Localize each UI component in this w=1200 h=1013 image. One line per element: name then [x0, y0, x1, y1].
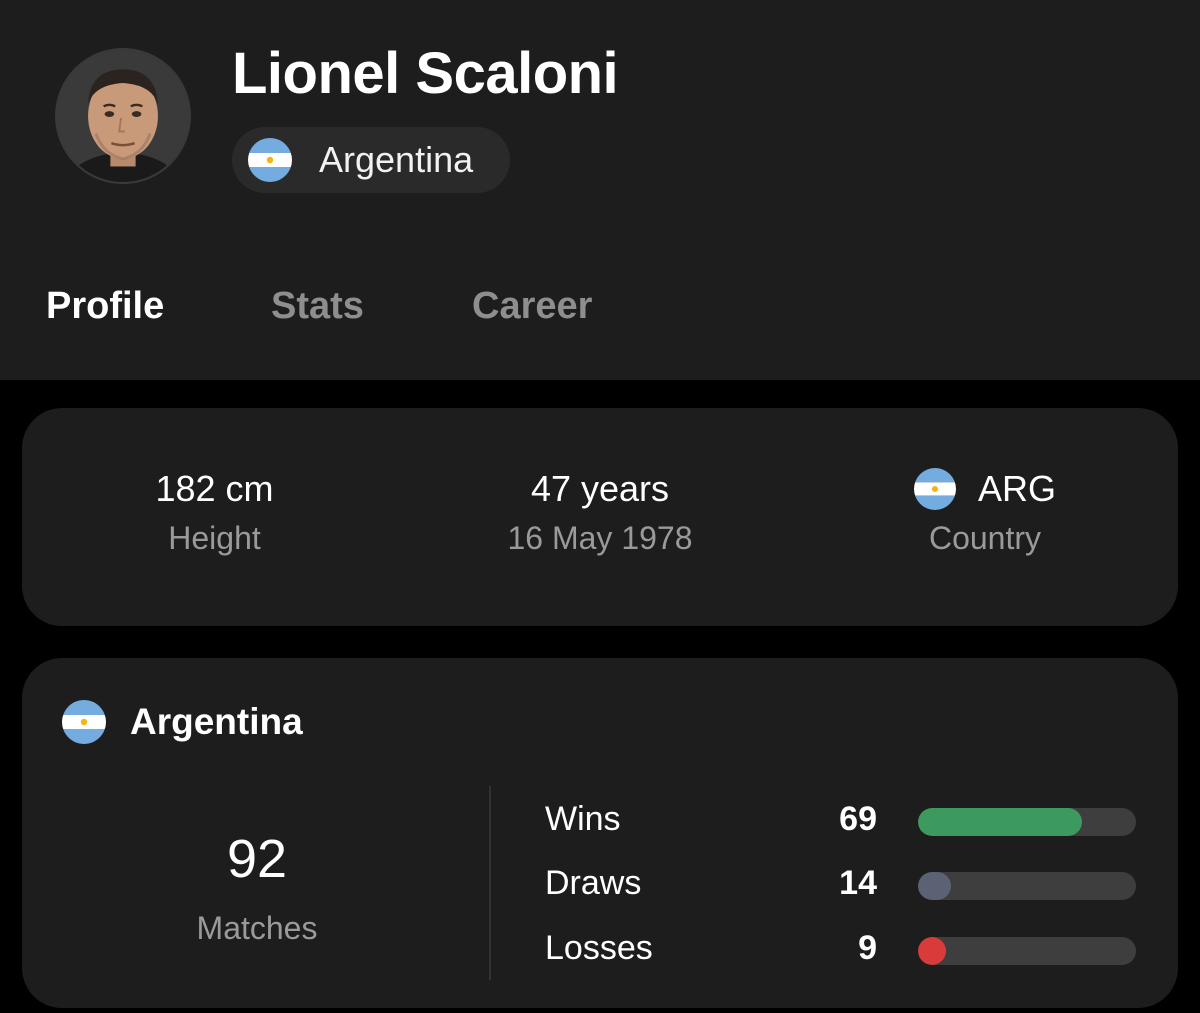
- tab-bar: Profile Stats Career: [0, 285, 1200, 345]
- player-name: Lionel Scaloni: [232, 41, 619, 106]
- tab-stats[interactable]: Stats: [271, 285, 364, 328]
- height-label: Height: [168, 520, 261, 556]
- tab-profile[interactable]: Profile: [46, 285, 164, 328]
- progress-bar: [918, 872, 1136, 900]
- country-stat: ARG Country: [902, 466, 1068, 557]
- progress-fill: [918, 937, 946, 965]
- argentina-flag-icon: [913, 468, 956, 510]
- avatar-portrait-icon: [57, 50, 189, 182]
- record-label: Losses: [545, 929, 653, 967]
- divider: [489, 786, 491, 980]
- birth-date: 16 May 1978: [507, 520, 693, 556]
- height-stat: 182 cm Height: [82, 466, 347, 557]
- matches-label: Matches: [196, 910, 318, 946]
- country-code: ARG: [977, 468, 1056, 509]
- progress-fill: [918, 872, 951, 900]
- record-value: 14: [839, 864, 877, 902]
- matches-stat: 92 Matches: [152, 828, 362, 947]
- profile-header: Lionel Scaloni Argentina Profile Stats C…: [0, 0, 1200, 380]
- avatar: [55, 48, 191, 184]
- nationality-chip[interactable]: Argentina: [232, 127, 510, 193]
- player-info-card: 182 cm Height 47 years 16 May 1978 ARG C…: [22, 408, 1178, 626]
- country-label: Country: [928, 520, 1042, 556]
- record-row-wins: Wins 69: [545, 800, 1145, 844]
- record-row-draws: Draws 14: [545, 864, 1145, 908]
- progress-bar: [918, 937, 1136, 965]
- matches-value: 92: [226, 829, 288, 889]
- record-value: 69: [839, 800, 877, 838]
- progress-bar: [918, 808, 1136, 836]
- tab-career[interactable]: Career: [472, 285, 592, 328]
- team-record-card[interactable]: Argentina 92 Matches Wins 69 Draws 14 Lo…: [22, 658, 1178, 1008]
- height-value: 182 cm: [155, 468, 274, 509]
- record-value: 9: [858, 929, 877, 967]
- progress-fill: [918, 808, 1082, 836]
- record-row-losses: Losses 9: [545, 929, 1145, 973]
- age-stat: 47 years 16 May 1978: [462, 466, 738, 557]
- team-name: Argentina: [130, 701, 303, 742]
- nationality-label: Argentina: [319, 139, 474, 180]
- record-label: Wins: [545, 800, 621, 838]
- record-label: Draws: [545, 864, 642, 902]
- team-header: Argentina: [62, 700, 303, 744]
- argentina-flag-icon: [62, 700, 106, 744]
- age-value: 47 years: [530, 468, 670, 509]
- argentina-flag-icon: [248, 138, 292, 182]
